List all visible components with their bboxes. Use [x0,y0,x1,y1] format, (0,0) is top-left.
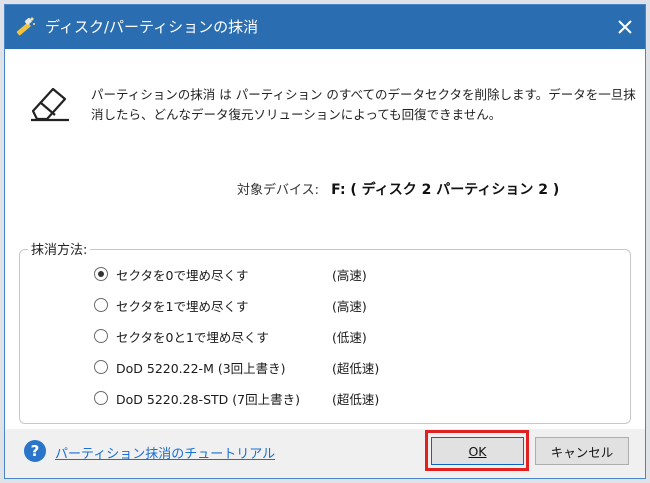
method-label: DoD 5220.28-STD (7回上書き) [116,392,300,407]
method-label: セクタを0で埋め尽くす [116,268,249,283]
tutorial-link[interactable]: パーティション抹消のチュートリアル [55,443,275,462]
help-icon[interactable]: ? [23,439,47,463]
method-label: セクタを1で埋め尽くす [116,299,249,314]
method-option-dod-7pass[interactable]: DoD 5220.28-STD (7回上書き) (超低速) [94,388,454,410]
dialog-title: ディスク/パーティションの抹消 [45,18,259,36]
cancel-button[interactable]: キャンセル [535,437,629,465]
wipe-partition-dialog: ディスク/パーティションの抹消 パーティションの抹消 は パーティション のすべ… [4,4,646,479]
wand-icon [13,15,37,39]
method-option-zero-one[interactable]: セクタを0と1で埋め尽くす (低速) [94,326,454,348]
method-speed: (低速) [332,330,367,345]
method-label: セクタを0と1で埋め尽くす [116,330,269,345]
description-text: パーティションの抹消 は パーティション のすべてのデータセクタを削除します。デ… [91,87,636,122]
target-device-label: 対象デバイス: [237,183,319,198]
dialog-footer: ? パーティション抹消のチュートリアル OK キャンセル [5,429,645,478]
svg-text:?: ? [31,442,40,460]
method-speed: (高速) [332,299,367,314]
eraser-icon [27,83,73,123]
target-device-row: 対象デバイス: F: ( ディスク 2 パーティション 2 ) [237,179,559,199]
close-icon [618,20,632,34]
dialog-body: パーティションの抹消 は パーティション のすべてのデータセクタを削除します。デ… [5,49,645,429]
radio-button[interactable] [94,329,108,343]
wipe-method-group: 抹消方法: セクタを0で埋め尽くす (高速) セクタを1で埋め尽くす (高速) … [19,239,631,424]
method-speed: (高速) [332,268,367,283]
target-device-value: F: ( ディスク 2 パーティション 2 ) [331,182,560,198]
ok-button[interactable]: OK [431,437,524,465]
method-option-dod-3pass[interactable]: DoD 5220.22-M (3回上書き) (超低速) [94,357,454,379]
title-bar: ディスク/パーティションの抹消 [5,5,645,49]
method-option-zero[interactable]: セクタを0で埋め尽くす (高速) [94,264,454,286]
close-button[interactable] [611,13,639,41]
radio-button[interactable] [94,360,108,374]
wipe-method-label: 抹消方法: [28,239,91,258]
method-speed: (超低速) [332,392,380,407]
method-label: DoD 5220.22-M (3回上書き) [116,361,286,376]
method-speed: (超低速) [332,361,380,376]
radio-button[interactable] [94,391,108,405]
method-option-one[interactable]: セクタを1で埋め尽くす (高速) [94,295,454,317]
radio-button[interactable] [94,298,108,312]
radio-button-selected[interactable] [94,267,108,281]
